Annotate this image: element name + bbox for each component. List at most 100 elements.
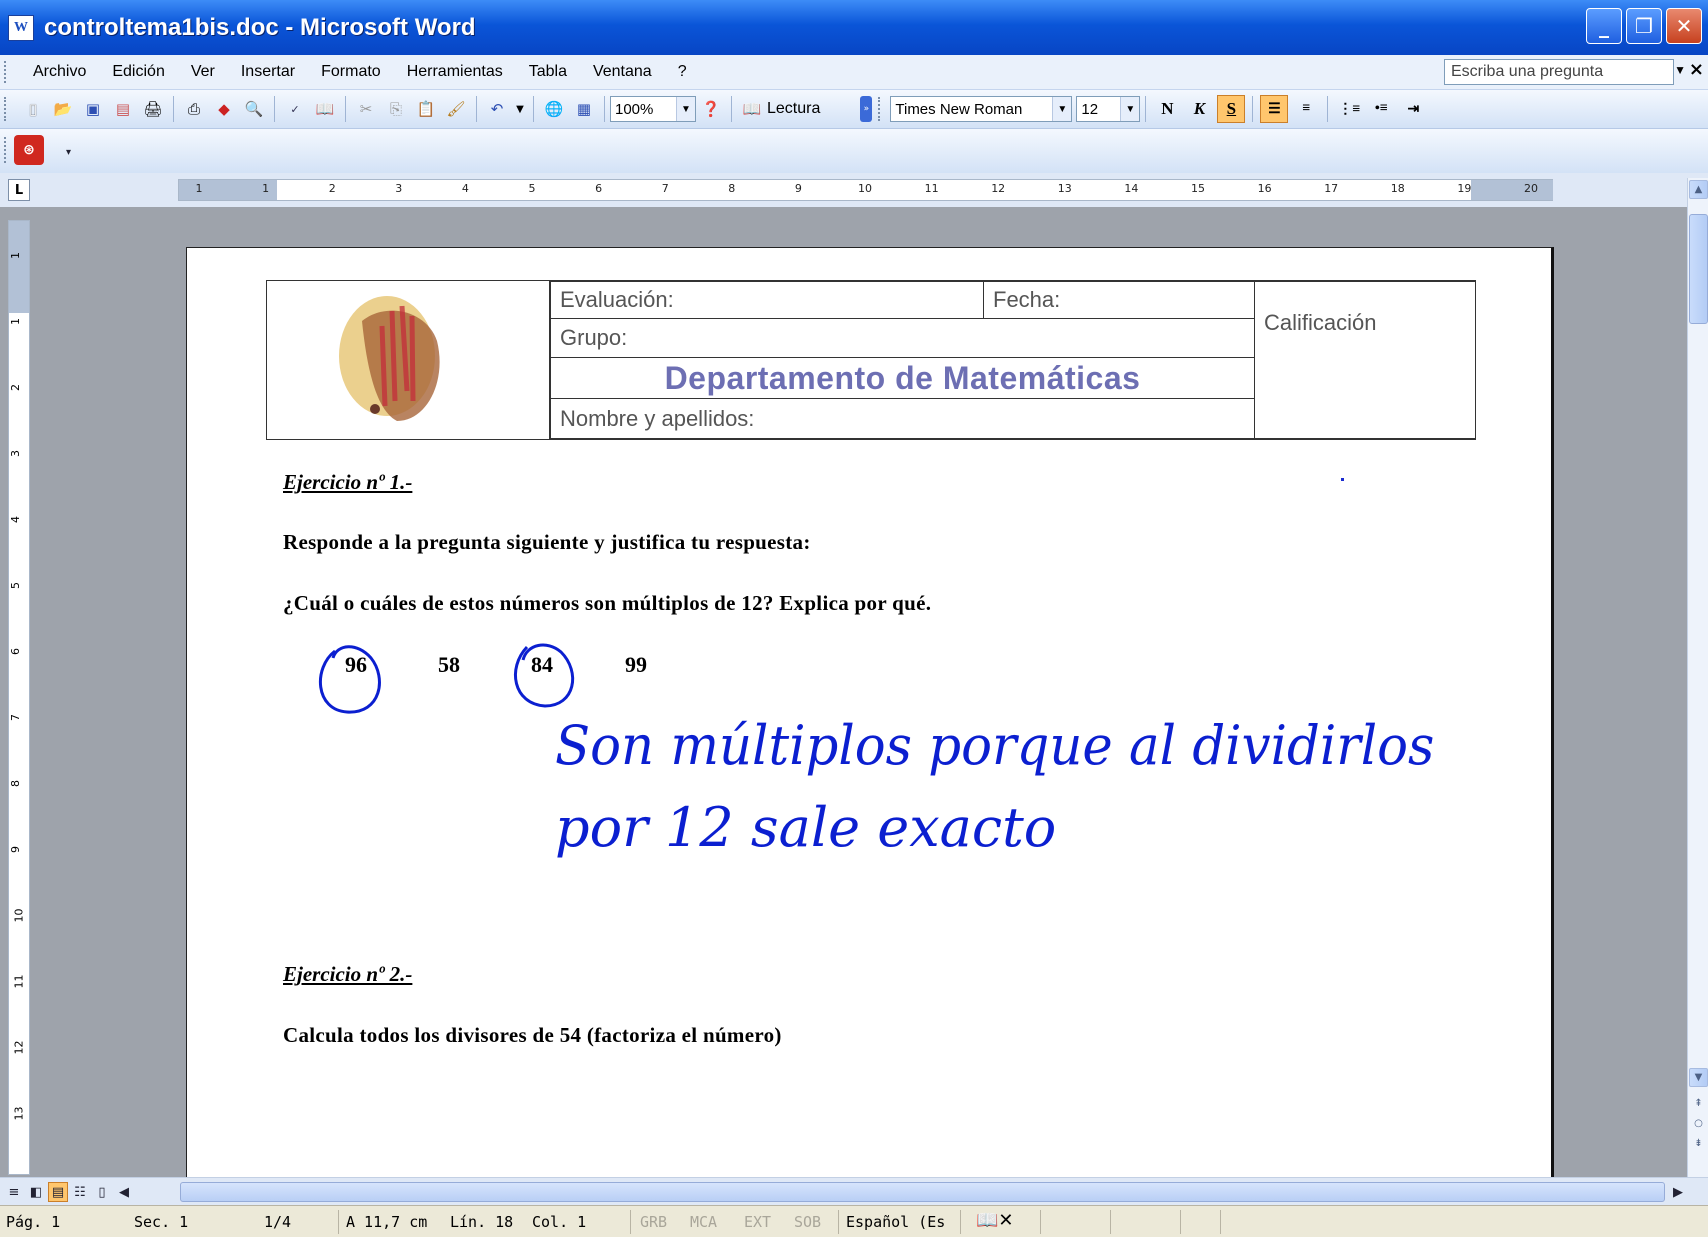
copy-icon[interactable]: ⎘ — [383, 96, 409, 122]
toolbar-grip[interactable] — [878, 97, 886, 121]
bold-button[interactable]: N — [1153, 95, 1181, 123]
toolbar-grip[interactable] — [4, 137, 12, 163]
pdf-convert-icon[interactable]: ⊛ — [14, 135, 44, 165]
ruler-number: 10 — [12, 908, 26, 923]
minimize-button[interactable]: _ — [1586, 8, 1622, 44]
print-icon[interactable]: ⎙ — [181, 96, 207, 122]
scrollbar-thumb[interactable] — [1689, 214, 1708, 324]
open-icon[interactable]: 📂 — [50, 96, 76, 122]
font-size-dropdown[interactable]: 12 ▼ — [1076, 96, 1141, 122]
vertical-scrollbar[interactable]: ▲ ▼ ⇞ ○ ⇟ — [1687, 178, 1708, 1178]
menu-ver[interactable]: Ver — [178, 63, 228, 81]
ruler-number: 1 — [9, 252, 22, 259]
word-doc-icon[interactable]: W — [8, 14, 34, 41]
menu-herramientas[interactable]: Herramientas — [394, 63, 516, 81]
chevron-down-icon[interactable]: ▼ — [1120, 97, 1140, 121]
numbering-icon[interactable]: ⋮≡ — [1335, 95, 1363, 123]
ruler-number: 12 — [12, 1040, 26, 1055]
browse-object-icon[interactable]: ○ — [1689, 1114, 1708, 1133]
scroll-left-icon[interactable]: ◀ — [114, 1182, 134, 1202]
underline-button[interactable]: S — [1217, 95, 1246, 123]
menu-formato[interactable]: Formato — [308, 63, 394, 81]
status-grb[interactable]: GRB — [640, 1213, 667, 1231]
scroll-up-icon[interactable]: ▲ — [1689, 180, 1708, 199]
research-book-icon[interactable]: 📖 — [312, 96, 338, 122]
status-ext[interactable]: EXT — [744, 1213, 771, 1231]
font-size-value: 12 — [1081, 100, 1099, 118]
zoom-dropdown[interactable]: 100% ▼ — [610, 96, 696, 122]
email-icon[interactable]: 🖨 — [140, 96, 166, 122]
status-sob[interactable]: SOB — [794, 1213, 821, 1231]
bullets-icon[interactable]: •≡ — [1367, 95, 1395, 123]
toolbar-options-icon[interactable]: ▾ — [66, 147, 71, 158]
font-name-dropdown[interactable]: Times New Roman ▼ — [890, 96, 1073, 122]
reading-layout-icon[interactable]: 📖 — [739, 96, 765, 122]
menu-edicion[interactable]: Edición — [99, 63, 177, 81]
title-bar: W controltema1bis.doc - Microsoft Word _… — [0, 0, 1708, 55]
toolbar-grip[interactable] — [4, 97, 12, 121]
status-language[interactable]: Español (Es — [846, 1213, 945, 1231]
toolbar-separator — [1327, 96, 1329, 122]
menu-insertar[interactable]: Insertar — [228, 63, 308, 81]
previous-page-icon[interactable]: ⇞ — [1689, 1094, 1708, 1113]
align-left-icon[interactable]: ☰ — [1260, 95, 1289, 123]
undo-icon[interactable]: ↶ — [484, 96, 510, 122]
permission-icon[interactable]: ▤ — [110, 96, 136, 122]
toolbar-grip[interactable] — [4, 61, 12, 83]
reading-label[interactable]: Lectura — [767, 100, 820, 118]
ask-question-input[interactable]: Escriba una pregunta — [1444, 59, 1674, 85]
scroll-down-icon[interactable]: ▼ — [1689, 1068, 1708, 1087]
paste-icon[interactable]: 📋 — [413, 96, 439, 122]
ruler-number: 6 — [9, 648, 22, 655]
new-icon[interactable]: ▯ — [20, 96, 46, 122]
scroll-right-icon[interactable]: ▶ — [1668, 1182, 1688, 1202]
horizontal-ruler[interactable]: 1 1 2 3 4 5 6 7 8 9 10 11 12 13 14 15 16 17 18 19 20 — [178, 179, 1553, 201]
ruler-number: 10 — [858, 182, 872, 195]
italic-button[interactable]: K — [1185, 95, 1213, 123]
toolbar-separator — [345, 96, 346, 122]
normal-view-icon[interactable]: ≡ — [4, 1182, 24, 1202]
research-icon[interactable]: ◆ — [211, 96, 237, 122]
toolbar-options-icon[interactable]: » — [860, 96, 873, 122]
ruler-number: 4 — [9, 516, 22, 523]
next-page-icon[interactable]: ⇟ — [1689, 1134, 1708, 1153]
ruler-number: 7 — [661, 182, 669, 195]
hyperlink-icon[interactable]: 🌐 — [541, 96, 567, 122]
undo-dropdown-icon[interactable]: ▼ — [514, 96, 526, 122]
ruler-number: 2 — [9, 384, 22, 391]
menu-ventana[interactable]: Ventana — [580, 63, 665, 81]
document-page[interactable]: Evaluación: Fecha: Calificación Grupo: D… — [186, 247, 1554, 1187]
print-layout-icon[interactable]: ▤ — [48, 1182, 68, 1202]
toolbar-separator — [476, 96, 477, 122]
cut-icon[interactable]: ✂ — [353, 96, 379, 122]
help-icon[interactable]: ❓ — [698, 96, 724, 122]
status-bar: Pág. 1 Sec. 1 1/4 A 11,7 cm Lín. 18 Col.… — [0, 1205, 1708, 1237]
ask-dropdown-arrow-icon[interactable]: ▼ — [1674, 63, 1686, 77]
status-mca[interactable]: MCA — [690, 1213, 717, 1231]
indent-icon[interactable]: ⇥ — [1399, 95, 1427, 123]
menu-help[interactable]: ? — [665, 63, 700, 81]
align-center-icon[interactable]: ≡ — [1292, 95, 1320, 123]
vertical-ruler[interactable]: 1 1 2 3 4 5 6 7 8 9 10 11 12 13 — [8, 220, 30, 1175]
chevron-down-icon[interactable]: ▼ — [676, 97, 695, 121]
reading-view-icon[interactable]: ▯ — [92, 1182, 112, 1202]
ejercicio-2-title: Ejercicio nº 2.- — [283, 962, 413, 986]
print-preview-icon[interactable]: 🔍 — [241, 96, 267, 122]
horizontal-scrollbar-thumb[interactable] — [180, 1182, 1665, 1202]
menu-archivo[interactable]: Archivo — [20, 63, 99, 81]
chevron-down-icon[interactable]: ▼ — [1052, 97, 1072, 121]
close-document-icon[interactable]: × — [1689, 59, 1704, 80]
close-button[interactable]: ✕ — [1666, 8, 1702, 44]
horizontal-scrollbar[interactable]: ≡ ◧ ▤ ☷ ▯ ◀ ▶ — [0, 1177, 1708, 1205]
ruler-number: 1 — [195, 182, 203, 195]
format-painter-icon[interactable]: 🖌 — [443, 96, 469, 122]
web-view-icon[interactable]: ◧ — [26, 1182, 46, 1202]
spelling-status-icon[interactable]: 📖✕ — [976, 1210, 1014, 1231]
save-icon[interactable]: ▣ — [80, 96, 106, 122]
spelling-icon[interactable]: ✓ — [282, 96, 308, 122]
outline-view-icon[interactable]: ☷ — [70, 1182, 90, 1202]
table-icon[interactable]: ▦ — [571, 96, 597, 122]
tab-selector-icon[interactable]: L — [8, 179, 30, 201]
menu-tabla[interactable]: Tabla — [516, 63, 580, 81]
restore-button[interactable]: ❐ — [1626, 8, 1662, 44]
